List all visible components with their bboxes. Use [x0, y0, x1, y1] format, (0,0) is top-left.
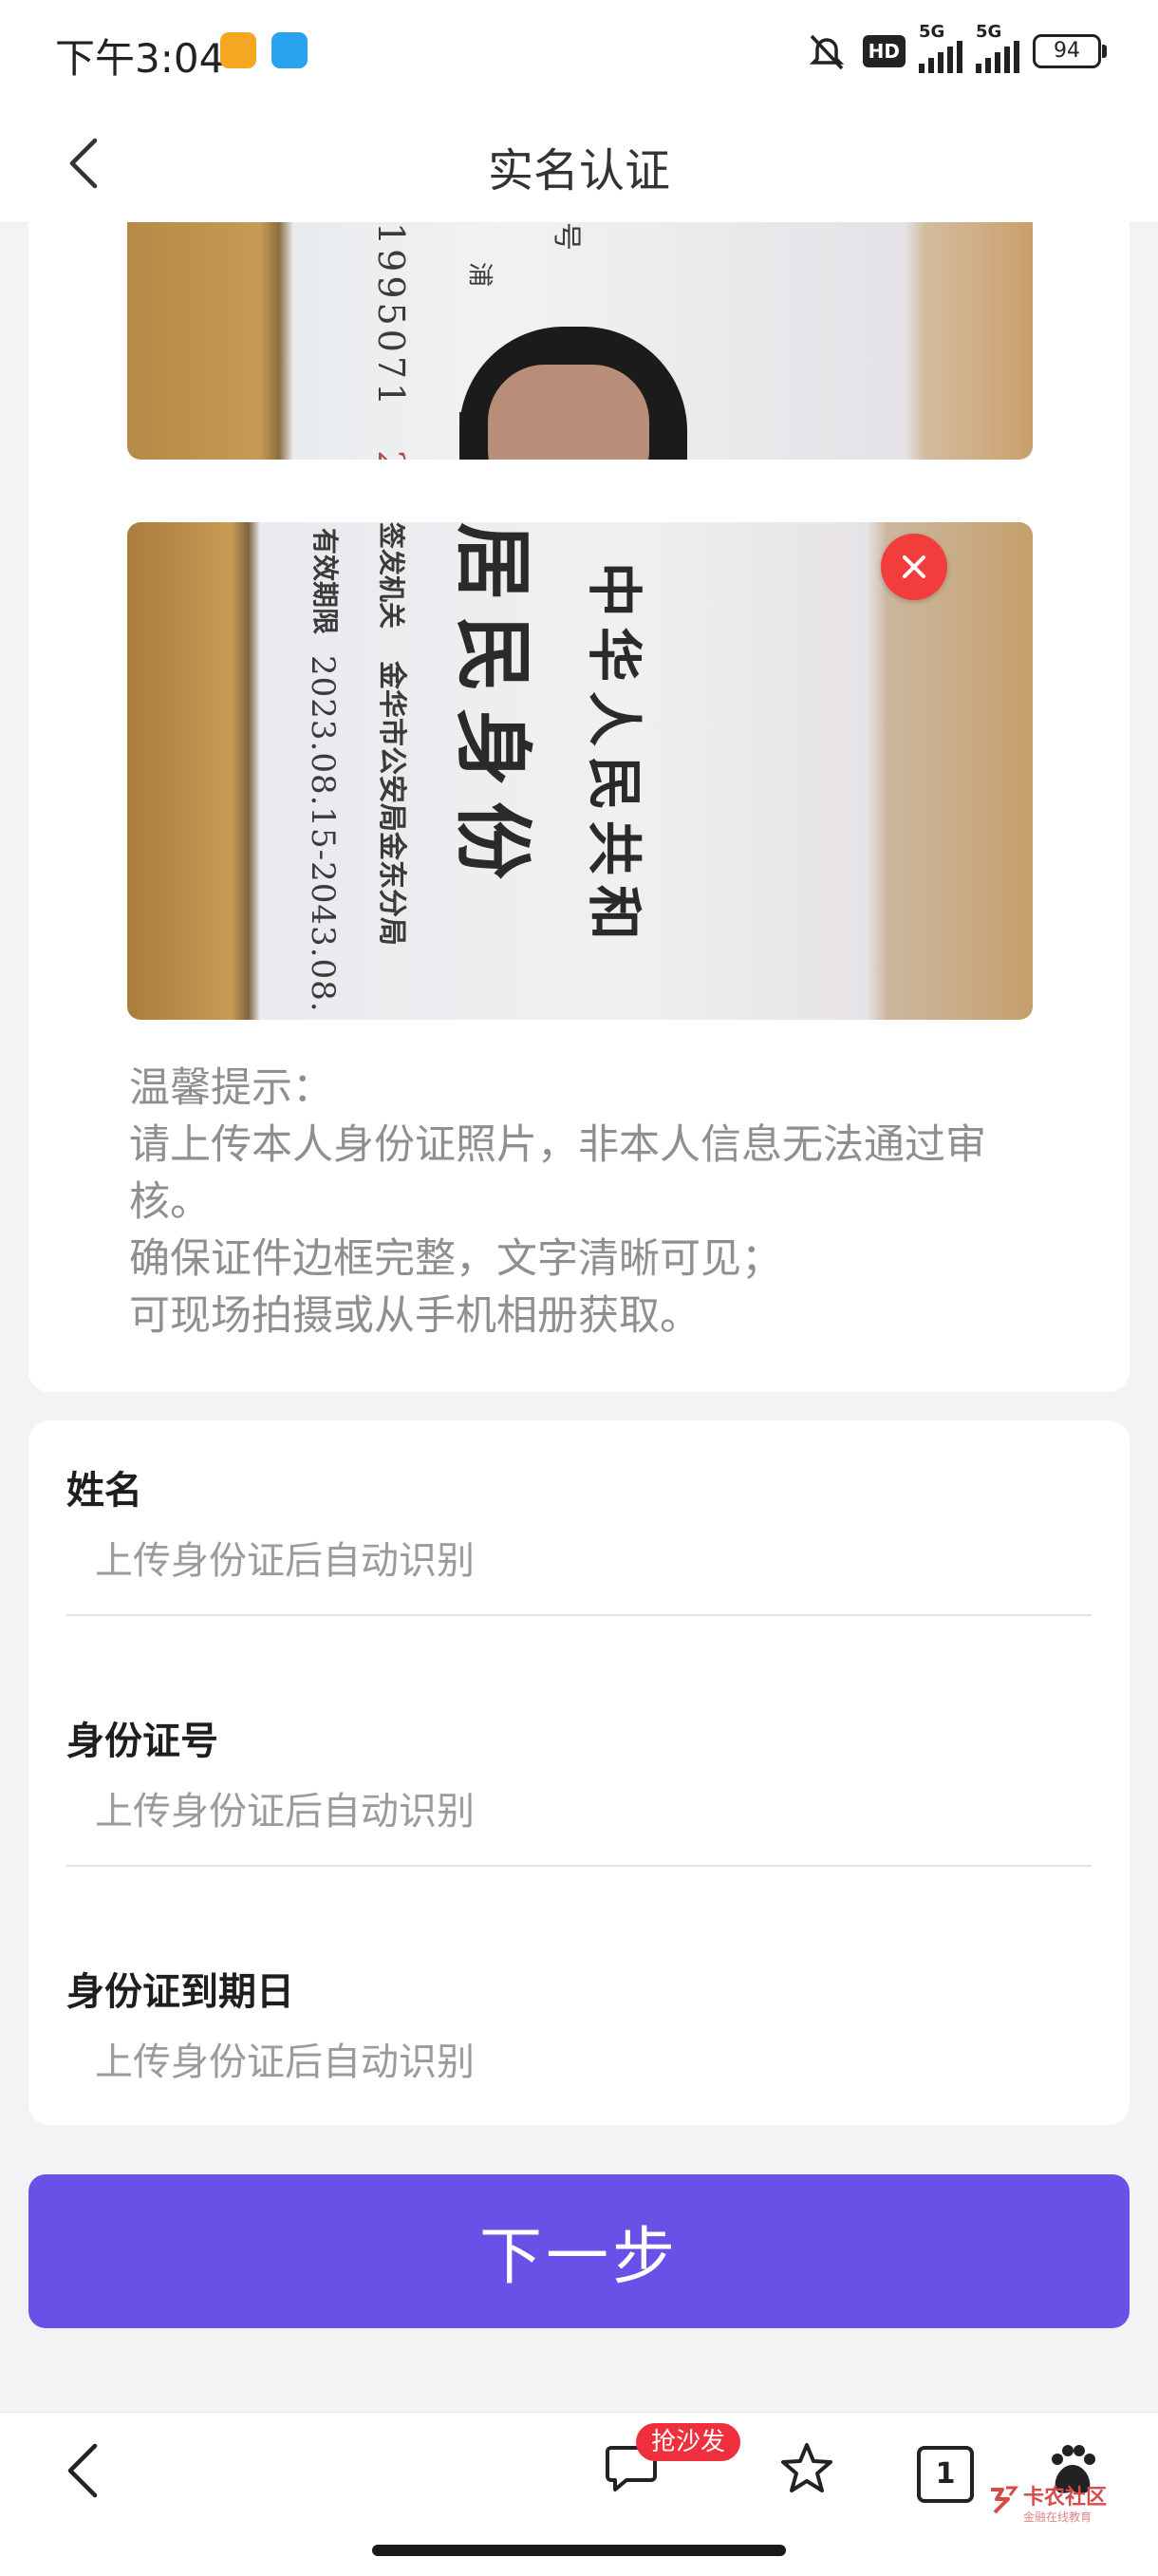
divider — [66, 1865, 1092, 1867]
close-icon — [903, 555, 925, 578]
mute-icon — [809, 34, 844, 70]
id-number-input[interactable] — [95, 1785, 1082, 1838]
tip-line: 请上传本人身份证照片，非本人信息无法通过审 — [129, 1121, 986, 1169]
authority-value: 金华市公安局金东分局 — [375, 661, 408, 946]
label-fragment: 号 — [550, 222, 583, 251]
notification-app-icon — [220, 32, 256, 68]
watermark-slogan: 金融在线教育 — [1023, 2510, 1093, 2524]
name-fragment: 浦 — [465, 262, 494, 288]
watermark-name: 卡农社区 — [1023, 2486, 1108, 2510]
id-number-label: 身份证号 — [66, 1720, 218, 1763]
validity-value: 2023.08.15-2043.08. — [304, 655, 342, 1013]
id-number-field: 身份证号 — [66, 1715, 1092, 1867]
signal-icon: 5G — [976, 22, 1019, 73]
page-title: 实名认证 — [487, 144, 670, 197]
id-upload-card: 1995071 22 浦 号 有效期限 2023.08.15-2043.08. … — [28, 222, 1130, 1392]
watermark-logo: 卡农社区 金融在线教育 — [987, 2480, 1130, 2526]
validity-label: 有效期限 — [309, 528, 341, 635]
name-label: 姓名 — [66, 1469, 142, 1513]
expiry-input[interactable] — [95, 2036, 1082, 2089]
expiry-field: 身份证到期日 — [66, 1965, 1092, 2089]
id-card-back-photo[interactable]: 有效期限 2023.08.15-2043.08. 签发机关 金华市公安局金东分局… — [127, 522, 1033, 1020]
photo-portrait-face — [488, 365, 649, 460]
remove-photo-button[interactable] — [881, 534, 947, 600]
status-indicators: HD 5G 5G 94 — [804, 22, 1107, 78]
tabs-icon[interactable]: 1 — [917, 2446, 974, 2503]
country-name: 中华人民共和 — [582, 562, 646, 950]
status-bar: 下午3:04 HD 5G 5G 94 — [0, 0, 1158, 106]
notification-app-icon — [271, 32, 308, 68]
authority-label: 签发机关 — [376, 522, 407, 630]
tip-line: 可现场拍摄或从手机相册获取。 — [129, 1292, 700, 1340]
name-field: 姓名 — [66, 1464, 1092, 1616]
tip-heading: 温馨提示： — [129, 1064, 333, 1112]
battery-icon: 94 — [1033, 34, 1107, 68]
nav-bar: 实名认证 — [0, 106, 1158, 223]
expiry-label: 身份证到期日 — [66, 1970, 294, 2014]
status-time: 下午3:04 — [55, 35, 225, 82]
hd-badge: HD — [862, 35, 906, 67]
upload-tips: 温馨提示： 请上传本人身份证照片，非本人信息无法通过审 核。 确保证件边框完整，… — [129, 1060, 1078, 1344]
divider — [66, 1614, 1092, 1616]
watermark-icon — [991, 2486, 1018, 2514]
star-icon[interactable] — [778, 2440, 835, 2497]
id-card-front-photo[interactable]: 1995071 22 浦 号 — [127, 222, 1033, 460]
id-number-fragment: 1995071 — [370, 222, 412, 410]
next-step-button[interactable]: 下一步 — [28, 2174, 1130, 2328]
doc-title: 居民身份 — [447, 522, 538, 895]
home-indicator[interactable] — [372, 2545, 786, 2556]
tip-line: 核。 — [129, 1178, 211, 1226]
signal-icon: 5G — [919, 22, 962, 73]
name-input[interactable] — [95, 1534, 1082, 1588]
comment-badge: 抢沙发 — [636, 2423, 741, 2461]
identity-form: 姓名 身份证号 身份证到期日 — [28, 1420, 1130, 2125]
id-number-tail: 22 — [370, 450, 412, 460]
back-icon[interactable] — [63, 2440, 104, 2501]
tip-line: 确保证件边框完整，文字清晰可见； — [129, 1235, 782, 1283]
